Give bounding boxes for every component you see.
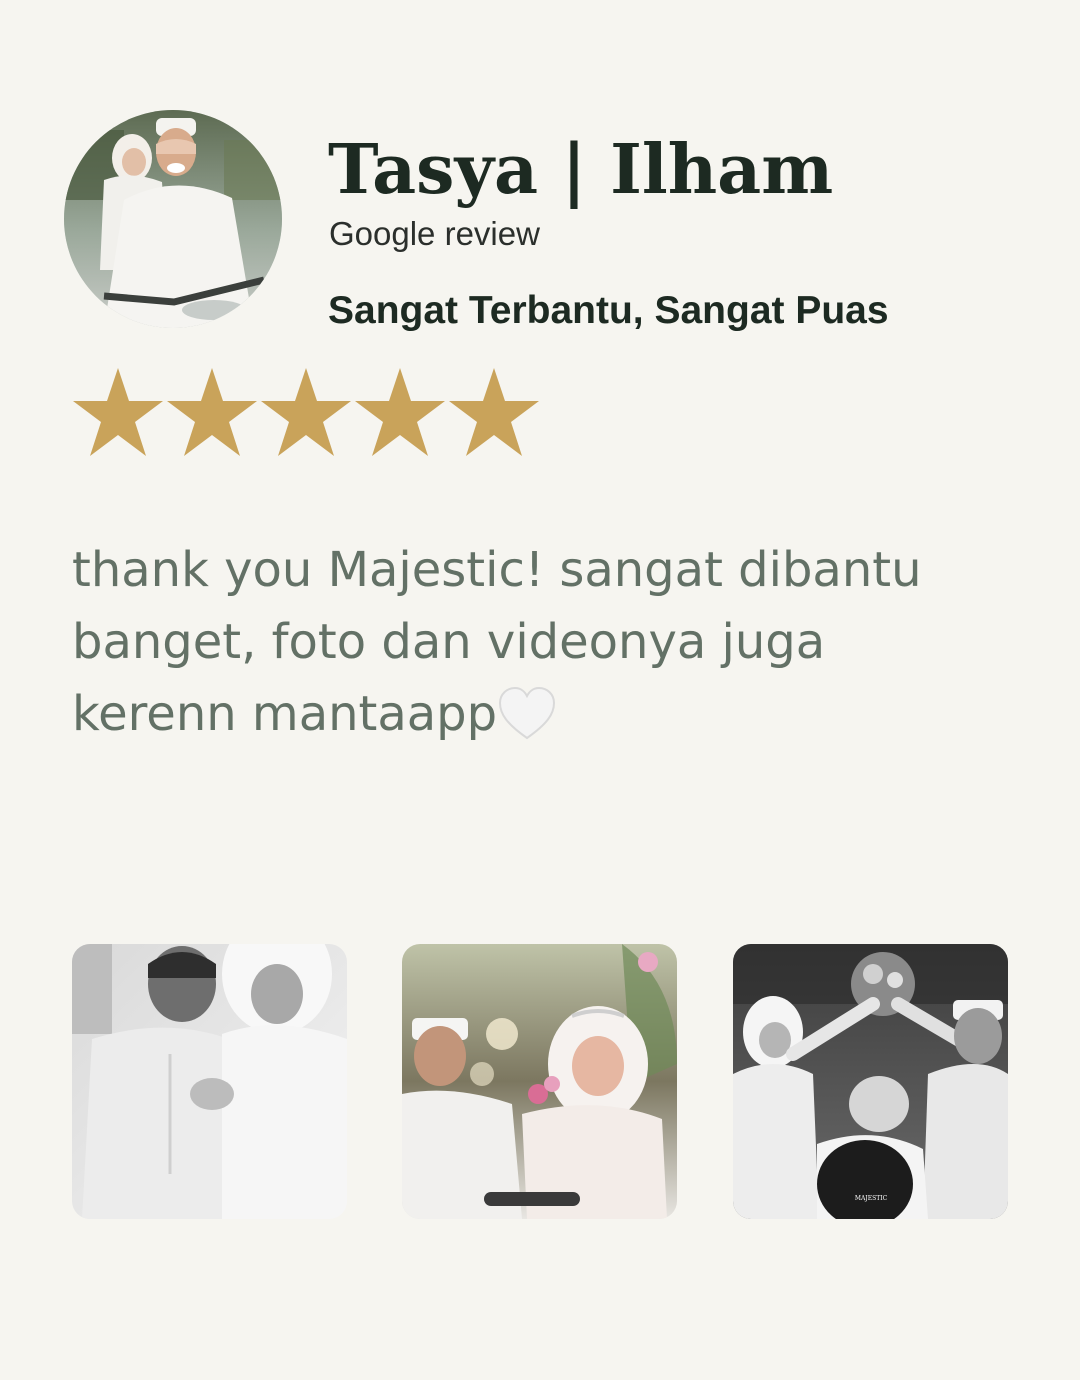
white-heart-icon: [499, 686, 556, 740]
star-icon: [73, 368, 163, 456]
bride-groom-ceremony-photo[interactable]: [402, 944, 677, 1219]
star-rating: [72, 366, 540, 458]
review-headline: Sangat Terbantu, Sangat Puas: [328, 289, 889, 332]
star-icon: [167, 368, 257, 456]
star-icon: [261, 368, 351, 456]
star-icon: [355, 368, 445, 456]
couple-portrait-photo[interactable]: [72, 944, 347, 1219]
reviewer-name: Tasya | Ilham: [328, 130, 834, 210]
star-icon: [449, 368, 539, 456]
review-body: thank you Majestic! sangat dibantu bange…: [72, 534, 972, 750]
photo-watermark: MAJESTIC: [855, 1195, 888, 1202]
bouquet-celebration-photo[interactable]: MAJESTIC: [733, 944, 1008, 1219]
reviewer-avatar: [64, 110, 282, 328]
review-source: Google review: [329, 215, 540, 252]
